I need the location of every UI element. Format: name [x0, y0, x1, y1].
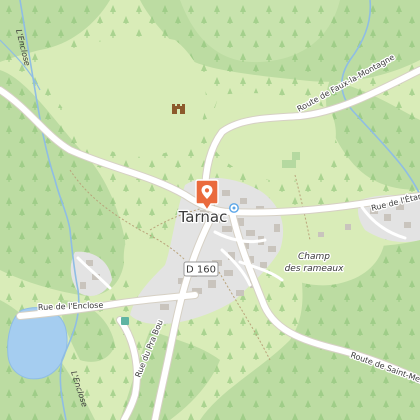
map-viewport[interactable]: D 160 Tarnac Champ des rameaux Route de …: [0, 0, 420, 420]
locality-label-line1: Champ: [298, 252, 330, 262]
water-point-icon[interactable]: [229, 203, 239, 213]
place-name-label: Tarnac: [178, 208, 228, 226]
poi-square-icon[interactable]: [121, 317, 129, 325]
map-canvas[interactable]: D 160 Tarnac Champ des rameaux Route de …: [0, 0, 420, 420]
road-badge-d160: D 160: [183, 261, 219, 277]
road-badge-label: D 160: [186, 265, 216, 276]
locality-label-line2: des rameaux: [285, 264, 345, 274]
castle-icon[interactable]: [172, 104, 185, 114]
